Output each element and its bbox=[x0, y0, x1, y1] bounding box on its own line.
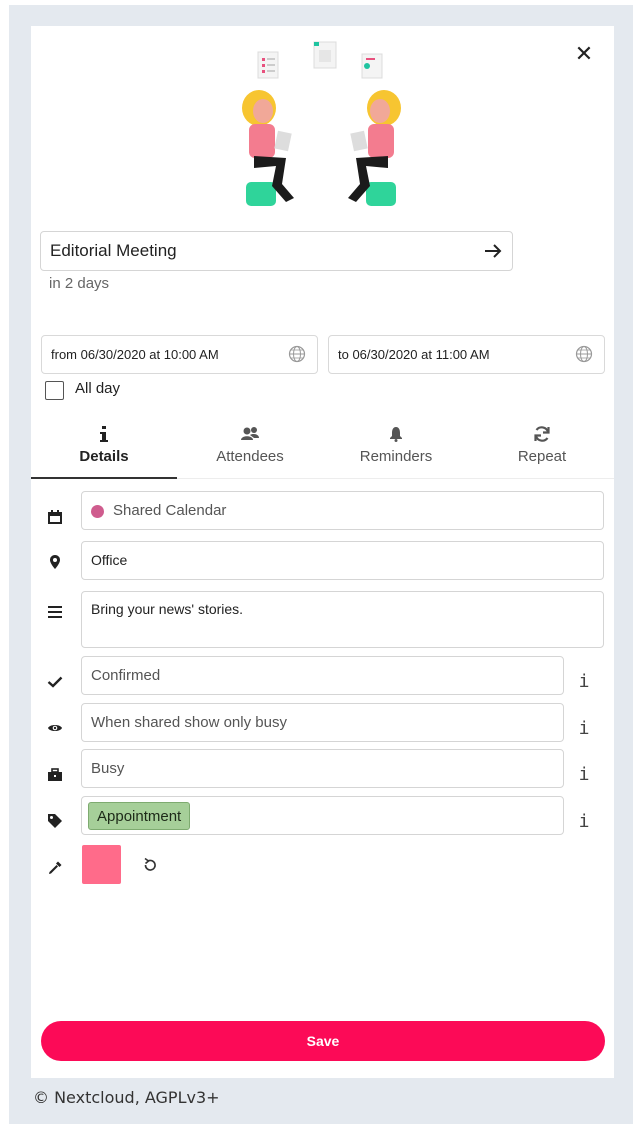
tab-repeat[interactable]: Repeat bbox=[469, 418, 615, 479]
category-chip[interactable]: Appointment bbox=[88, 802, 191, 830]
tab-label: Reminders bbox=[359, 448, 433, 465]
relative-time: in 2 days bbox=[49, 275, 110, 292]
briefcase-icon bbox=[45, 765, 65, 785]
all-day-label[interactable]: All day bbox=[75, 380, 120, 397]
bell-icon bbox=[323, 424, 469, 444]
people-icon bbox=[177, 424, 323, 444]
info-icon bbox=[31, 424, 177, 444]
location-pin-icon bbox=[45, 552, 65, 572]
availability-value: Busy bbox=[91, 760, 125, 777]
start-datetime-text: from 06/30/2020 at 10:00 AM bbox=[51, 347, 219, 362]
tag-icon bbox=[45, 811, 65, 831]
description-value[interactable]: Bring your news' stories. bbox=[91, 601, 243, 617]
repeat-icon bbox=[469, 424, 615, 444]
check-icon bbox=[45, 672, 65, 692]
location-input[interactable]: Office bbox=[81, 541, 604, 580]
close-button[interactable]: ✕ bbox=[571, 42, 597, 68]
status-value: Confirmed bbox=[91, 667, 161, 684]
location-value[interactable]: Office bbox=[91, 542, 127, 579]
calendar-color-dot bbox=[91, 505, 104, 518]
globe-icon[interactable] bbox=[288, 345, 306, 363]
calendar-name: Shared Calendar bbox=[113, 502, 227, 519]
status-select[interactable]: Confirmed bbox=[81, 656, 564, 695]
tab-bar: Details Attendees Reminders Repeat bbox=[31, 418, 614, 479]
tab-label: Attendees bbox=[216, 448, 284, 465]
categories-info-button[interactable]: i bbox=[577, 812, 591, 832]
arrow-right-icon[interactable] bbox=[482, 240, 504, 262]
start-datetime-field[interactable]: from 06/30/2020 at 10:00 AM bbox=[41, 335, 318, 374]
calendar-select[interactable]: Shared Calendar bbox=[81, 491, 604, 530]
calendar-icon bbox=[45, 507, 65, 527]
visibility-info-button[interactable]: i bbox=[577, 719, 591, 739]
event-title-field[interactable]: Editorial Meeting bbox=[40, 231, 513, 271]
visibility-select[interactable]: When shared show only busy bbox=[81, 703, 564, 742]
event-title-text[interactable]: Editorial Meeting bbox=[50, 232, 177, 270]
availability-select[interactable]: Busy bbox=[81, 749, 564, 788]
tab-label: Details bbox=[79, 448, 129, 465]
meeting-illustration bbox=[242, 41, 401, 206]
tab-label: Repeat bbox=[517, 448, 567, 465]
event-sidebar: ✕ Editorial Meeting in 2 days from 06/30… bbox=[31, 26, 614, 1078]
event-color-swatch[interactable] bbox=[82, 845, 121, 884]
eyedropper-icon bbox=[45, 858, 65, 878]
all-day-checkbox[interactable] bbox=[45, 381, 64, 400]
description-icon bbox=[45, 602, 65, 622]
end-datetime-field[interactable]: to 06/30/2020 at 11:00 AM bbox=[328, 335, 605, 374]
globe-icon[interactable] bbox=[575, 345, 593, 363]
status-info-button[interactable]: i bbox=[577, 672, 591, 692]
description-textarea[interactable]: Bring your news' stories. bbox=[81, 591, 604, 648]
tab-reminders[interactable]: Reminders bbox=[323, 418, 469, 479]
tab-details[interactable]: Details bbox=[31, 418, 177, 479]
tab-attendees[interactable]: Attendees bbox=[177, 418, 323, 479]
categories-select[interactable]: Appointment bbox=[81, 796, 564, 835]
visibility-value: When shared show only busy bbox=[91, 714, 287, 731]
copyright-text: © Nextcloud, AGPLv3+ bbox=[33, 1088, 220, 1107]
save-button[interactable]: Save bbox=[41, 1021, 605, 1061]
eye-icon bbox=[45, 718, 65, 738]
reset-color-icon[interactable] bbox=[141, 856, 159, 874]
availability-info-button[interactable]: i bbox=[577, 765, 591, 785]
end-datetime-text: to 06/30/2020 at 11:00 AM bbox=[338, 347, 490, 362]
